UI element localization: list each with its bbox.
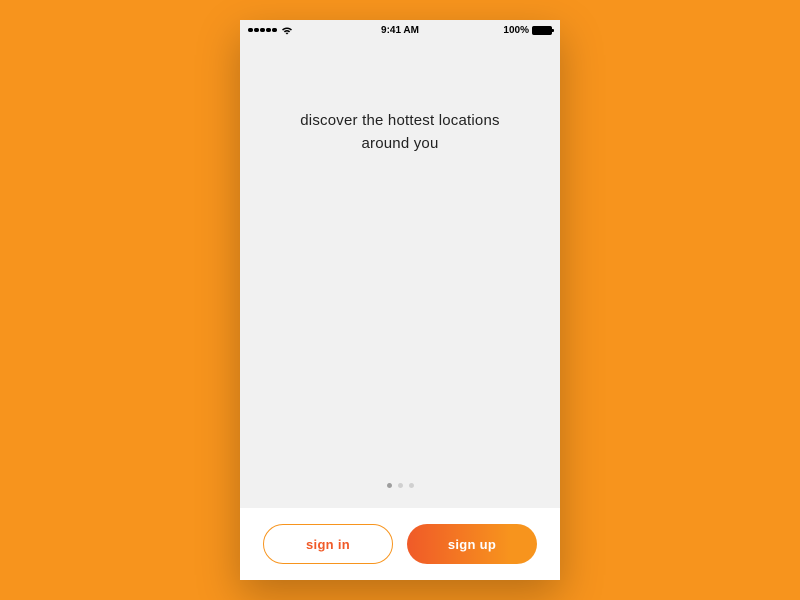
status-time: 9:41 AM: [381, 25, 419, 36]
onboarding-headline: discover the hottest locations around yo…: [300, 110, 499, 155]
battery-icon: [532, 26, 552, 35]
page-dot-1[interactable]: [387, 483, 392, 488]
headline-line-1: discover the hottest locations: [300, 110, 499, 133]
page-indicator[interactable]: [387, 483, 414, 488]
status-right: 100%: [503, 25, 552, 36]
status-bar: 9:41 AM 100%: [240, 20, 560, 40]
page-dot-2[interactable]: [398, 483, 403, 488]
phone-frame: 9:41 AM 100% discover the hottest locati…: [240, 20, 560, 580]
sign-in-button[interactable]: sign in: [263, 524, 393, 564]
bottom-action-bar: sign in sign up: [240, 508, 560, 580]
wifi-icon: [281, 26, 293, 35]
sign-up-button[interactable]: sign up: [407, 524, 537, 564]
status-left: [248, 26, 293, 35]
headline-line-2: around you: [300, 133, 499, 156]
signal-dots-icon: [248, 28, 277, 33]
page-dot-3[interactable]: [409, 483, 414, 488]
onboarding-content: discover the hottest locations around yo…: [240, 40, 560, 508]
battery-percent: 100%: [503, 25, 529, 36]
